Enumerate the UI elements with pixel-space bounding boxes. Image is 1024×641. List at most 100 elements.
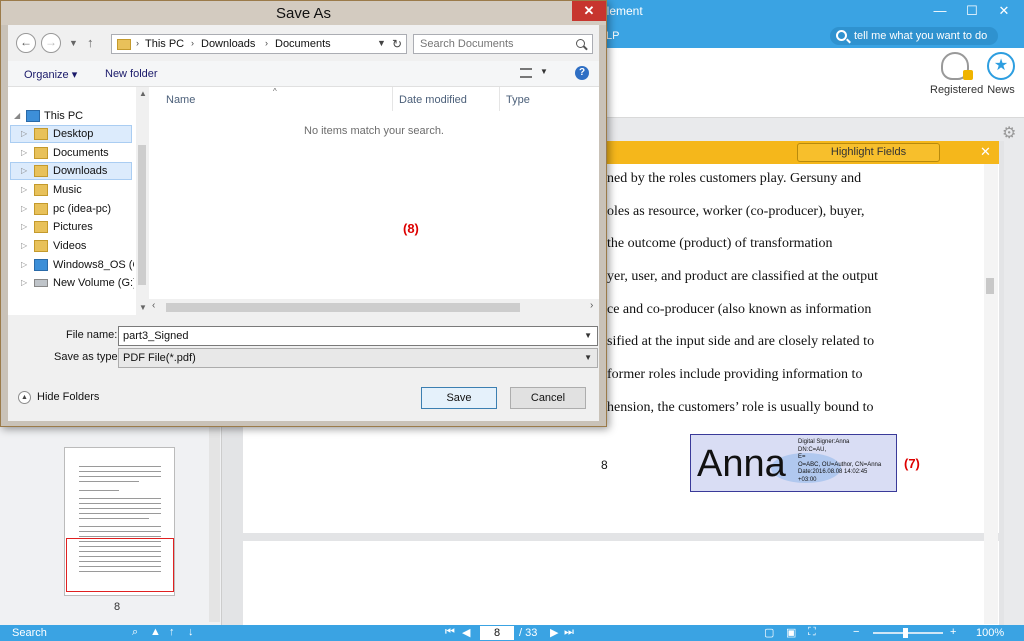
- expand-icon[interactable]: ▷: [21, 200, 27, 218]
- file-name-field[interactable]: ▼: [118, 326, 598, 346]
- expand-icon[interactable]: ▷: [21, 274, 27, 292]
- up-arrow-icon[interactable]: ↑: [87, 35, 94, 50]
- highlight-fields-button[interactable]: Highlight Fields: [797, 143, 940, 162]
- breadcrumb-documents[interactable]: Documents: [275, 38, 331, 50]
- scroll-right-icon[interactable]: ›: [590, 300, 593, 311]
- column-header-type[interactable]: Type: [506, 94, 530, 106]
- scroll-up-icon[interactable]: ▲: [139, 89, 147, 98]
- dialog-title-bar[interactable]: Save As ✕: [1, 1, 606, 25]
- chevron-right-icon[interactable]: ›: [265, 38, 268, 48]
- close-icon[interactable]: ✕: [980, 144, 991, 160]
- back-button[interactable]: ←: [16, 33, 36, 53]
- horizontal-scrollbar[interactable]: ‹ ›: [149, 299, 599, 315]
- digital-signature-field[interactable]: Anna Digital Signer:Anna DN:C=AU, E= O=A…: [690, 434, 897, 492]
- expand-icon[interactable]: ▷: [21, 144, 27, 162]
- address-bar[interactable]: › This PC › Downloads › Documents ▼ ↻: [111, 34, 407, 54]
- status-search[interactable]: Search: [12, 627, 47, 639]
- tree-item-videos[interactable]: ▷ Videos: [10, 237, 134, 255]
- maximize-button[interactable]: ☐: [956, 0, 988, 24]
- current-page-input[interactable]: 8: [480, 626, 514, 640]
- document-scroll-thumb[interactable]: [986, 278, 994, 294]
- column-divider[interactable]: [499, 87, 500, 111]
- chevron-down-icon[interactable]: ▼: [377, 38, 386, 48]
- expand-icon[interactable]: ◢: [14, 107, 20, 125]
- expand-icon[interactable]: ▷: [21, 237, 27, 255]
- tell-me-search[interactable]: tell me what you want to do: [830, 27, 998, 45]
- view-options-icon[interactable]: [520, 68, 532, 78]
- zoom-in-icon[interactable]: +: [950, 626, 956, 638]
- registered-button[interactable]: Registered: [930, 52, 983, 96]
- breadcrumb-this-pc[interactable]: This PC: [145, 38, 184, 50]
- expand-icon[interactable]: ▷: [21, 181, 27, 199]
- save-as-type-select[interactable]: PDF File(*.pdf) ▼: [118, 348, 598, 368]
- breadcrumb-downloads[interactable]: Downloads: [201, 38, 255, 50]
- zoom-level[interactable]: 100%: [976, 627, 1004, 639]
- folder-icon: [34, 147, 48, 159]
- cancel-button[interactable]: Cancel: [510, 387, 586, 409]
- forward-button[interactable]: →: [41, 33, 61, 53]
- dialog-close-button[interactable]: ✕: [572, 1, 606, 21]
- news-button[interactable]: ★ News: [984, 52, 1018, 96]
- zoom-slider[interactable]: [873, 632, 943, 634]
- horizontal-scroll-thumb[interactable]: [166, 303, 520, 312]
- triangle-up-icon[interactable]: ▲: [150, 626, 161, 638]
- gear-icon[interactable]: ⚙: [1002, 126, 1018, 142]
- column-header-date-modified[interactable]: Date modified: [399, 94, 467, 106]
- help-icon[interactable]: ?: [575, 66, 589, 80]
- search-icon: [836, 30, 847, 41]
- zoom-out-icon[interactable]: −: [853, 626, 859, 638]
- minimize-button[interactable]: —: [924, 0, 956, 24]
- expand-icon[interactable]: ▷: [21, 218, 27, 236]
- search-icon[interactable]: [576, 39, 585, 48]
- document-scrollbar[interactable]: [984, 164, 998, 624]
- file-name-input[interactable]: [119, 327, 579, 345]
- thumbnail-scrollbar[interactable]: [209, 427, 220, 622]
- next-page-icon[interactable]: ▶: [550, 626, 558, 639]
- tree-item-documents[interactable]: ▷ Documents: [10, 144, 134, 162]
- search-icon[interactable]: ⌕: [132, 626, 138, 639]
- first-page-icon[interactable]: ⏮: [445, 626, 455, 639]
- search-input[interactable]: [414, 35, 564, 53]
- arrow-down-icon[interactable]: ↓: [188, 626, 194, 638]
- organize-button[interactable]: Organize ▾: [24, 68, 77, 81]
- chevron-down-icon[interactable]: ▼: [584, 327, 592, 345]
- refresh-icon[interactable]: ↻: [392, 37, 402, 51]
- document-text-line: sified at the input side and are closely…: [607, 334, 875, 349]
- tree-item-pc-idea-pc[interactable]: ▷ pc (idea-pc): [10, 200, 134, 218]
- navigation-scroll-thumb[interactable]: [138, 145, 146, 285]
- tree-item-music[interactable]: ▷ Music: [10, 181, 134, 199]
- scroll-down-icon[interactable]: ▼: [139, 303, 147, 312]
- expand-icon[interactable]: ▷: [21, 162, 27, 180]
- tree-item-windows8-os[interactable]: ▷ Windows8_OS (C: [10, 256, 134, 274]
- document-text-line: ned by the roles customers play. Gersuny…: [607, 171, 862, 186]
- recent-locations-icon[interactable]: ▼: [69, 38, 78, 48]
- zoom-slider-thumb[interactable]: [903, 628, 908, 638]
- prev-page-icon[interactable]: ◀: [462, 626, 470, 639]
- two-page-icon[interactable]: ▣: [786, 626, 796, 639]
- chevron-down-icon[interactable]: ▼: [584, 349, 592, 367]
- app-close-button[interactable]: ✕: [988, 0, 1020, 24]
- save-button[interactable]: Save: [421, 387, 497, 409]
- search-box[interactable]: [413, 34, 593, 54]
- last-page-icon[interactable]: ⏭: [564, 626, 574, 639]
- expand-icon[interactable]: ▷: [21, 256, 27, 274]
- arrow-up-icon[interactable]: ↑: [169, 626, 175, 638]
- chevron-down-icon[interactable]: ▼: [540, 67, 548, 76]
- expand-icon[interactable]: ▷: [21, 125, 27, 143]
- tree-item-desktop[interactable]: ▷ Desktop: [10, 125, 132, 143]
- scroll-left-icon[interactable]: ‹: [152, 300, 155, 311]
- new-folder-button[interactable]: New folder: [105, 68, 158, 80]
- thumbnail-highlight: [66, 538, 174, 592]
- column-header-name[interactable]: Name: [166, 94, 195, 106]
- single-page-icon[interactable]: ▢: [764, 626, 774, 639]
- tree-item-this-pc[interactable]: ◢ This PC: [10, 107, 134, 125]
- column-divider[interactable]: [392, 87, 393, 111]
- menu-help[interactable]: LP: [606, 30, 619, 42]
- chevron-right-icon[interactable]: ›: [191, 38, 194, 48]
- tree-item-downloads[interactable]: ▷ Downloads: [10, 162, 132, 180]
- tree-item-pictures[interactable]: ▷ Pictures: [10, 218, 134, 236]
- chevron-right-icon[interactable]: ›: [136, 38, 139, 48]
- fit-page-icon[interactable]: ⛶: [808, 626, 816, 639]
- tree-item-new-volume[interactable]: ▷ New Volume (G:): [10, 274, 134, 292]
- file-name-label: File name:: [66, 329, 118, 341]
